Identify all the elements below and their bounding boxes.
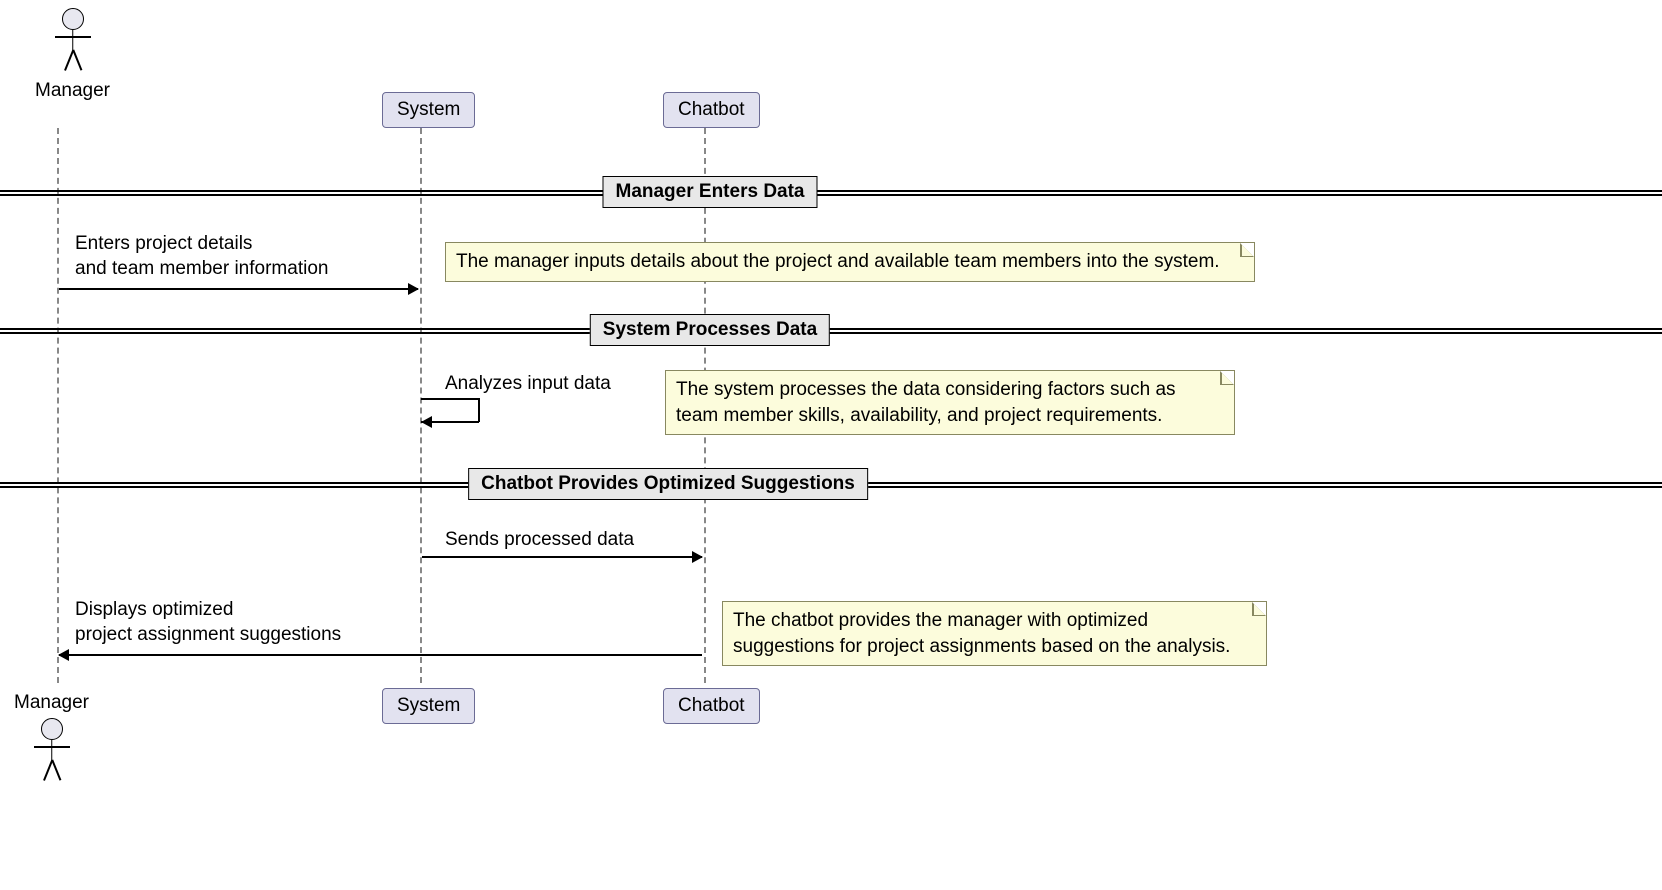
arrow-head-right-icon	[692, 551, 703, 563]
actor-manager-bottom: Manager	[14, 690, 89, 788]
message-label-1: Enters project details and team member i…	[75, 232, 328, 281]
section-divider-2: System Processes Data	[0, 328, 1662, 360]
participant-system-bottom: System	[382, 688, 475, 724]
actor-manager-label-bottom: Manager	[14, 692, 89, 714]
message-arrow-3	[422, 556, 702, 558]
message-label-2: Analyzes input data	[445, 372, 611, 397]
arrow-head-left-icon	[58, 649, 69, 661]
sequence-diagram: Manager System Chatbot Manager Enters Da…	[0, 0, 1662, 890]
participant-system-top: System	[382, 92, 475, 128]
arrow-head-right-icon	[408, 283, 419, 295]
actor-manager-label-top: Manager	[35, 80, 110, 102]
note-box-1: The manager inputs details about the pro…	[445, 242, 1255, 282]
section-title-3: Chatbot Provides Optimized Suggestions	[468, 468, 868, 500]
message-label-4: Displays optimized project assignment su…	[75, 598, 341, 647]
participant-chatbot-label-top: Chatbot	[678, 99, 745, 120]
message-label-3: Sends processed data	[445, 528, 634, 553]
section-title-2: System Processes Data	[590, 314, 830, 346]
participant-chatbot-top: Chatbot	[663, 92, 760, 128]
stick-figure-icon	[53, 8, 93, 78]
message-arrow-1	[59, 288, 418, 290]
message-arrow-4	[59, 654, 702, 656]
section-title-1: Manager Enters Data	[602, 176, 817, 208]
arrow-head-left-icon	[421, 416, 432, 428]
participant-chatbot-label-bottom: Chatbot	[678, 695, 745, 716]
stick-figure-icon	[32, 718, 72, 788]
participant-chatbot-bottom: Chatbot	[663, 688, 760, 724]
section-divider-1: Manager Enters Data	[0, 190, 1662, 222]
note-box-3: The chatbot provides the manager with op…	[722, 601, 1267, 666]
participant-system-label-top: System	[397, 99, 460, 120]
participant-system-label-bottom: System	[397, 695, 460, 716]
note-box-2: The system processes the data considerin…	[665, 370, 1235, 435]
section-divider-3: Chatbot Provides Optimized Suggestions	[0, 482, 1662, 514]
actor-manager-top: Manager	[35, 8, 110, 102]
